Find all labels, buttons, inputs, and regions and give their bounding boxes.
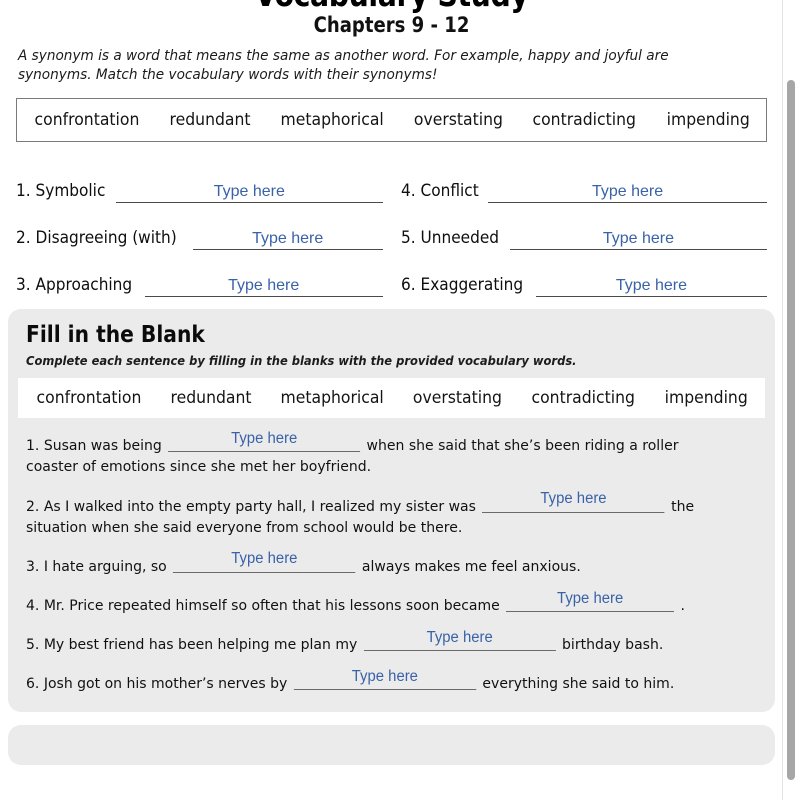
vertical-scrollbar[interactable]: [782, 0, 800, 800]
matching-item-label: 1. Symbolic: [16, 180, 106, 200]
word-bank-word: metaphorical: [280, 388, 384, 409]
matching-item-4: 4. Conflict Type here: [400, 156, 767, 203]
word-bank-word: redundant: [169, 109, 251, 130]
word-bank-word: confrontation: [34, 109, 140, 130]
matching-item-2: 2. Disagreeing (with) Type here: [16, 203, 383, 250]
placeholder-text: Type here: [231, 550, 298, 568]
question-text-after: always makes me feel anxious.: [361, 557, 581, 575]
matching-answer-input-5[interactable]: Type here: [509, 227, 767, 250]
matching-item-label: 6. Exaggerating: [400, 274, 523, 294]
matching-item-label: 4. Conflict: [400, 180, 479, 200]
fill-answer-input-4[interactable]: Type here: [506, 590, 675, 612]
fill-answer-input-5[interactable]: Type here: [363, 629, 556, 652]
matching-answer-input-2[interactable]: Type here: [192, 227, 383, 250]
fill-question-3: 3. I hate arguing, so Type here always m…: [26, 550, 728, 577]
question-text-after: birthday bash.: [562, 636, 664, 654]
fill-question-1: 1. Susan was being Type here when she sa…: [26, 430, 728, 477]
question-text-before: 6. Josh got on his mother’s nerves by: [26, 675, 288, 693]
fill-question-6: 6. Josh got on his mother’s nerves by Ty…: [26, 668, 728, 694]
fill-answer-input-3[interactable]: Type here: [173, 550, 356, 573]
matching-item-6: 6. Exaggerating Type here: [400, 250, 767, 297]
question-text-before: 2. As I walked into the empty party hall…: [26, 497, 476, 515]
next-section-panel: [8, 725, 775, 766]
question-text-after: .: [680, 596, 685, 614]
matching-item-1: 1. Symbolic Type here: [16, 156, 383, 203]
placeholder-text: Type here: [252, 229, 324, 247]
matching-answer-input-4[interactable]: Type here: [488, 180, 767, 203]
placeholder-text: Type here: [231, 429, 298, 447]
word-bank-word: overstating: [413, 388, 503, 409]
matching-item-label: 3. Approaching: [16, 274, 133, 294]
matching-answer-input-3[interactable]: Type here: [144, 274, 383, 297]
placeholder-text: Type here: [213, 182, 285, 200]
question-text-before: 3. I hate arguing, so: [26, 557, 167, 575]
matching-answer-input-1[interactable]: Type here: [116, 180, 383, 203]
fill-question-5: 5. My best friend has been helping me pl…: [26, 629, 728, 655]
fill-answer-input-1[interactable]: Type here: [168, 430, 361, 453]
fill-answer-input-6[interactable]: Type here: [293, 668, 477, 691]
fill-question-4: 4. Mr. Price repeated himself so often t…: [26, 590, 728, 616]
word-bank-word: contradicting: [532, 109, 637, 130]
placeholder-text: Type here: [591, 182, 664, 200]
fill-answer-input-2[interactable]: Type here: [482, 490, 665, 513]
page-title: Vocabulary Study: [55, 0, 728, 11]
worksheet-page: Vocabulary Study Chapters 9 - 12 A synon…: [0, 0, 800, 800]
question-text-before: 1. Susan was being: [26, 437, 162, 455]
instructions-text: A synonym is a word that means the same …: [18, 48, 669, 84]
scrollbar-thumb[interactable]: [787, 80, 795, 780]
word-bank-word: confrontation: [36, 388, 142, 409]
question-text-before: 4. Mr. Price repeated himself so often t…: [26, 596, 500, 614]
placeholder-text: Type here: [351, 667, 418, 685]
section-heading: Fill in the Blank: [26, 321, 205, 348]
word-bank-word: metaphorical: [280, 109, 384, 130]
word-bank-word: contradicting: [531, 388, 636, 409]
page-subtitle: Chapters 9 - 12: [313, 13, 470, 37]
word-bank-word: impending: [664, 388, 748, 409]
placeholder-text: Type here: [426, 628, 493, 646]
matching-answer-input-6[interactable]: Type here: [535, 274, 767, 297]
matching-item-5: 5. Unneeded Type here: [400, 203, 767, 250]
question-text-after: everything she said to him.: [482, 675, 675, 693]
fill-question-2: 2. As I walked into the empty party hall…: [26, 490, 728, 538]
question-text-before: 5. My best friend has been helping me pl…: [26, 636, 358, 654]
matching-item-label: 2. Disagreeing (with): [16, 227, 177, 247]
placeholder-text: Type here: [615, 276, 687, 294]
section-subheading: Complete each sentence by filling in the…: [26, 353, 577, 369]
placeholder-text: Type here: [228, 276, 300, 294]
fill-in-the-blank-section: Fill in the Blank Complete each sentence…: [8, 308, 775, 713]
placeholder-text: Type here: [557, 589, 624, 607]
matching-exercise: 1. Symbolic Type here 4. Conflict Type h…: [16, 156, 767, 297]
matching-item-3: 3. Approaching Type here: [16, 250, 383, 297]
placeholder-text: Type here: [540, 490, 607, 508]
word-bank-matching: confrontation redundant metaphorical ove…: [16, 97, 767, 142]
word-bank-word: overstating: [413, 109, 503, 130]
placeholder-text: Type here: [602, 229, 675, 247]
fill-in-questions: 1. Susan was being Type here when she sa…: [26, 430, 757, 694]
matching-item-label: 5. Unneeded: [400, 227, 499, 247]
word-bank-fill: confrontation redundant metaphorical ove…: [18, 378, 765, 419]
word-bank-word: impending: [666, 109, 750, 130]
document-scroll-area[interactable]: Vocabulary Study Chapters 9 - 12 A synon…: [0, 0, 783, 800]
word-bank-word: redundant: [170, 388, 252, 409]
